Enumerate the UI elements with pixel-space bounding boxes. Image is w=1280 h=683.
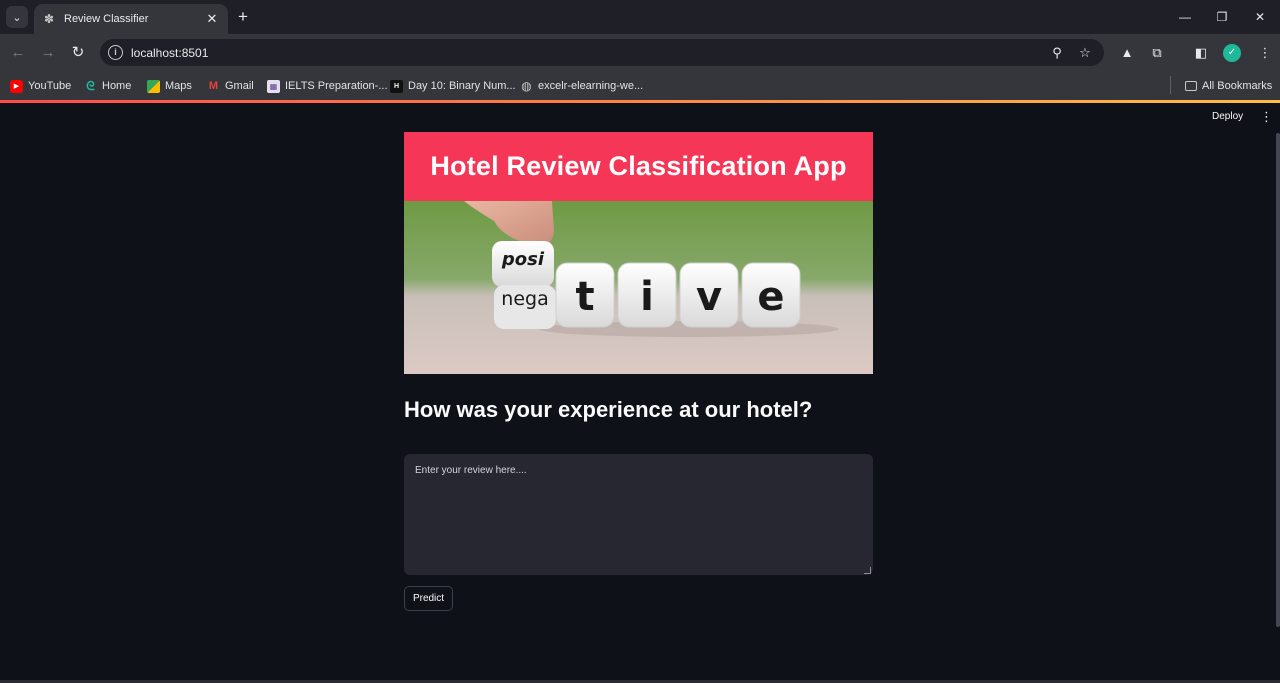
letter-die: v: [679, 262, 739, 328]
extensions-puzzle-icon[interactable]: ⧉: [1147, 43, 1167, 63]
hackerrank-icon: H: [390, 79, 403, 93]
bookmark-label: Gmail: [225, 80, 254, 92]
review-text-area[interactable]: [404, 454, 873, 575]
deploy-button[interactable]: Deploy: [1212, 111, 1243, 122]
new-tab-plus-icon[interactable]: +: [234, 8, 252, 26]
bookmark-binary[interactable]: H Day 10: Binary Num...: [390, 78, 516, 94]
drive-extension-icon[interactable]: ▲: [1117, 43, 1137, 63]
app-title-banner: Hotel Review Classification App: [404, 132, 873, 201]
letter-die: e: [741, 262, 801, 328]
streamlit-favicon-icon: ✽: [43, 12, 55, 26]
dice-letter: v: [696, 274, 722, 320]
profile-avatar-icon[interactable]: ✓: [1223, 44, 1241, 62]
bookmark-maps[interactable]: Maps: [147, 78, 192, 94]
back-arrow-icon[interactable]: ←: [8, 43, 28, 63]
dice-top-word: posi: [501, 249, 545, 270]
reload-icon[interactable]: ↻: [68, 43, 88, 63]
bookmark-label: excelr-elearning-we...: [538, 80, 644, 92]
address-url[interactable]: localhost:8501: [131, 46, 208, 60]
globe-icon: ◍: [521, 79, 532, 93]
letter-die: t: [555, 262, 615, 328]
bookmarks-separator: [1170, 76, 1171, 94]
maps-icon: [147, 79, 160, 93]
site-info-icon[interactable]: i: [108, 45, 123, 60]
bookmark-star-icon[interactable]: ☆: [1076, 44, 1094, 62]
address-bar[interactable]: i localhost:8501 ⚲ ☆: [100, 39, 1104, 66]
minimize-icon[interactable]: —: [1175, 8, 1195, 26]
all-bookmarks[interactable]: All Bookmarks: [1185, 78, 1272, 94]
browser-toolbar: ← → ↻ i localhost:8501 ⚲ ☆ ▲ ⧉ ◧ ✓ ⋮: [0, 34, 1280, 71]
all-bookmarks-label: All Bookmarks: [1202, 80, 1273, 92]
zoom-magnifier-icon[interactable]: ⚲: [1048, 44, 1066, 62]
bookmark-label: Home: [102, 80, 132, 92]
app-menu-kebab-icon[interactable]: ⋮: [1260, 109, 1273, 125]
bookmark-gmail[interactable]: M Gmail: [207, 78, 254, 94]
bookmark-home[interactable]: ᘓ Home: [84, 78, 131, 94]
gmail-icon: M: [208, 80, 219, 92]
tab-close-icon[interactable]: ✕: [204, 11, 220, 27]
bookmarks-bar: ▶ YouTube ᘓ Home Maps M Gmail ▦ IELTS Pr…: [0, 71, 1280, 100]
bookmark-label: YouTube: [28, 80, 72, 92]
bookmark-label: Day 10: Binary Num...: [408, 80, 516, 92]
bookmark-youtube[interactable]: ▶ YouTube: [10, 78, 71, 94]
hero-image: posi nega tive: [404, 201, 873, 374]
streamlit-app: Deploy ⋮ Hotel Review Classification App: [0, 103, 1280, 683]
browser-menu-kebab-icon[interactable]: ⋮: [1255, 43, 1275, 63]
dice-letter: e: [757, 274, 784, 320]
restore-icon[interactable]: ❐: [1212, 8, 1232, 26]
side-panel-icon[interactable]: ◧: [1191, 43, 1211, 63]
tab-search-chevron-icon[interactable]: ⌄: [6, 6, 28, 28]
dice-letter: i: [640, 274, 654, 320]
predict-button[interactable]: Predict: [404, 586, 453, 611]
folder-icon: [1185, 81, 1197, 91]
forward-arrow-icon[interactable]: →: [38, 43, 58, 63]
bookmark-excelr[interactable]: ◍ excelr-elearning-we...: [520, 78, 643, 94]
letter-die: i: [617, 262, 677, 328]
textarea-resize-handle[interactable]: [864, 567, 871, 574]
browser-tab-active[interactable]: ✽ Review Classifier ✕: [34, 4, 228, 34]
bookmark-ielts[interactable]: ▦ IELTS Preparation-...: [267, 78, 388, 94]
tab-title: Review Classifier: [64, 13, 149, 25]
dice-bottom-word: nega: [501, 288, 548, 310]
youtube-icon: ▶: [10, 79, 23, 93]
app-title: Hotel Review Classification App: [430, 151, 847, 181]
ielts-icon: ▦: [267, 79, 280, 93]
bookmark-label: Maps: [165, 80, 192, 92]
home-icon: ᘓ: [86, 78, 95, 93]
window-close-icon[interactable]: ✕: [1250, 8, 1270, 26]
dice-letter: t: [575, 274, 594, 320]
page-scrollbar[interactable]: [1276, 133, 1280, 627]
review-prompt-heading: How was your experience at our hotel?: [404, 397, 813, 422]
browser-tabstrip: ⌄ ✽ Review Classifier ✕ + — ❐ ✕: [0, 0, 1280, 34]
bookmark-label: IELTS Preparation-...: [285, 80, 388, 92]
